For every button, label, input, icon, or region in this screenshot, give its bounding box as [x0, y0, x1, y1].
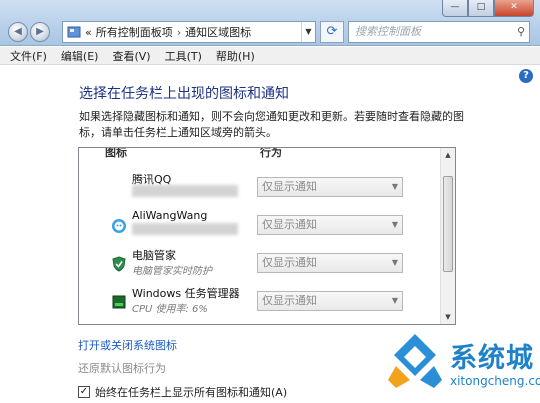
window-titlebar: — □ ✕ ◀ ▶ « 所有控制面板项 › 通知区域图标 ▼ ⟳ 搜索控制面板 …	[0, 0, 540, 46]
watermark: 系统城 xitongcheng.com	[384, 326, 540, 403]
menu-file[interactable]: 文件(F)	[10, 48, 47, 64]
forward-button[interactable]: ▶	[30, 22, 50, 42]
breadcrumb-prefix: «	[85, 25, 92, 39]
breadcrumb-item-notification-icons[interactable]: 通知区域图标	[185, 24, 251, 40]
item-name: 电脑管家	[132, 249, 176, 262]
item-name: AliWangWang	[132, 209, 208, 222]
system-icons-link[interactable]: 打开或关闭系统图标	[78, 337, 177, 353]
behavior-dropdown[interactable]: 仅显示通知 ▼	[257, 253, 403, 273]
chevron-right-icon[interactable]: ›	[177, 26, 181, 39]
notification-icons-list[interactable]: 图标 行为 腾讯QQ 仅显示通知 ▼ AliWangWang 仅显示通知 ▼ 电…	[78, 147, 456, 325]
menu-edit[interactable]: 编辑(E)	[61, 48, 99, 64]
search-placeholder: 搜索控制面板	[355, 25, 421, 38]
menu-tools[interactable]: 工具(T)	[165, 48, 202, 64]
arrow-right-icon: ▶	[36, 26, 44, 37]
address-bar[interactable]: « 所有控制面板项 › 通知区域图标 ▼	[62, 21, 316, 43]
aliwangwang-icon	[112, 219, 126, 233]
back-button[interactable]: ◀	[8, 22, 28, 42]
behavior-value: 仅显示通知	[262, 256, 317, 269]
task-manager-icon	[112, 295, 126, 309]
behavior-dropdown[interactable]: 仅显示通知 ▼	[257, 215, 403, 235]
column-header-icon: 图标	[105, 147, 127, 159]
menu-view[interactable]: 查看(V)	[112, 48, 150, 64]
window-controls: — □ ✕	[442, 0, 534, 17]
restore-defaults-link[interactable]: 还原默认图标行为	[78, 360, 166, 376]
scroll-up-icon[interactable]: ▲	[441, 148, 455, 162]
item-description: 电脑管家实时防护	[132, 266, 212, 277]
menu-bar: 文件(F) 编辑(E) 查看(V) 工具(T) 帮助(H)	[0, 47, 540, 65]
blurred-subtext	[132, 223, 238, 235]
minimize-button[interactable]: —	[442, 0, 468, 17]
search-input[interactable]: 搜索控制面板 ⚲	[348, 21, 530, 43]
address-dropdown[interactable]: ▼	[301, 22, 315, 42]
arrow-left-icon: ◀	[14, 26, 22, 37]
maximize-button[interactable]: □	[468, 0, 494, 17]
behavior-value: 仅显示通知	[262, 294, 317, 307]
behavior-value: 仅显示通知	[262, 218, 317, 231]
column-header-behavior: 行为	[260, 147, 282, 159]
vertical-scrollbar[interactable]: ▲ ▼	[440, 148, 455, 324]
chevron-down-icon: ▼	[391, 182, 398, 191]
menu-help[interactable]: 帮助(H)	[216, 48, 255, 64]
always-show-checkbox[interactable]: ✓	[78, 386, 90, 398]
refresh-icon: ⟳	[326, 24, 338, 39]
refresh-button[interactable]: ⟳	[320, 21, 344, 43]
chevron-down-icon: ▼	[391, 220, 398, 229]
watermark-url: xitongcheng.com	[450, 374, 540, 388]
checkbox-label: 始终在任务栏上显示所有图标和通知(A)	[95, 386, 288, 399]
behavior-dropdown[interactable]: 仅显示通知 ▼	[257, 177, 403, 197]
scroll-down-icon[interactable]: ▼	[441, 310, 455, 324]
watermark-title: 系统城	[450, 343, 534, 374]
control-panel-icon	[67, 26, 81, 38]
help-icon[interactable]: ?	[519, 69, 533, 83]
always-show-icons-option[interactable]: ✓ 始终在任务栏上显示所有图标和通知(A)	[78, 384, 287, 400]
close-button[interactable]: ✕	[494, 0, 534, 17]
list-item: Windows 任务管理器 CPU 使用率: 6% 仅显示通知 ▼	[79, 282, 441, 324]
page-description: 如果选择隐藏图标和通知，则不会向您通知更改和更新。若要随时查看隐藏的图标，请单击…	[79, 110, 464, 139]
search-icon[interactable]: ⚲	[517, 22, 525, 42]
page-title: 选择在任务栏上出现的图标和通知	[79, 86, 289, 102]
shield-icon	[112, 256, 126, 272]
item-name: Windows 任务管理器	[132, 287, 240, 300]
blurred-subtext	[132, 185, 238, 197]
watermark-logo-icon	[388, 334, 442, 388]
behavior-value: 仅显示通知	[262, 180, 317, 193]
behavior-dropdown[interactable]: 仅显示通知 ▼	[257, 291, 403, 311]
scroll-thumb[interactable]	[443, 176, 453, 272]
item-description: CPU 使用率: 6%	[132, 304, 208, 315]
chevron-down-icon: ▼	[391, 296, 398, 305]
breadcrumb-item-control-panel[interactable]: 所有控制面板项	[96, 24, 173, 40]
chevron-down-icon: ▼	[391, 258, 398, 267]
